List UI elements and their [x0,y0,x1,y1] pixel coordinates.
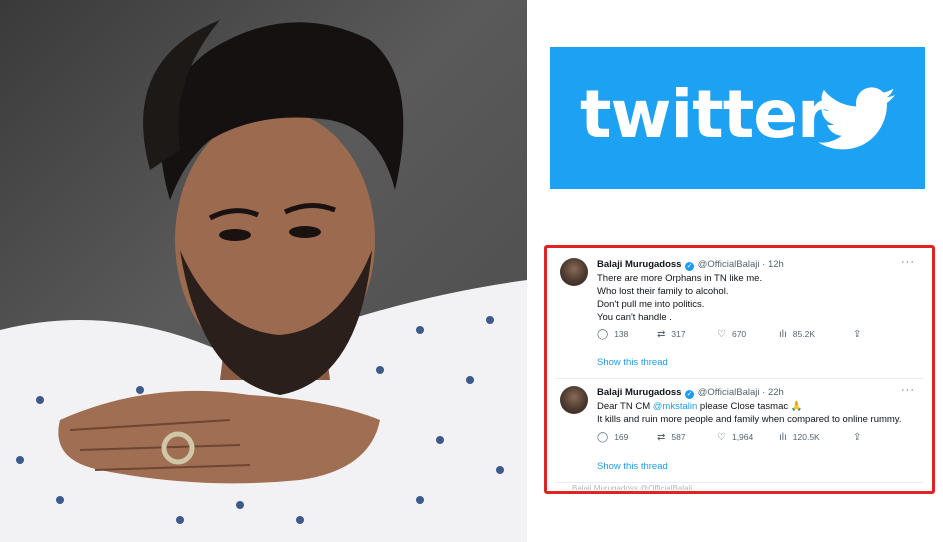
tweet-header: Balaji Murugadoss ✓ @OfficialBalaji · 22… [597,387,784,399]
person-portrait-icon [0,20,527,542]
tweet-header: Balaji Murugadoss ✓ @OfficialBalaji · 12… [597,259,784,271]
verified-badge-icon: ✓ [685,390,695,399]
retweet-count: 587 [671,432,686,442]
like-count: 1,964 [731,432,754,442]
verified-badge-icon: ✓ [685,262,695,271]
views-count: 85.2K [792,329,815,339]
tweet-line: It kills and ruin more people and family… [597,414,902,425]
views-icon: ılı [779,329,787,340]
mention-link[interactable]: @mkstalin [653,401,698,412]
handle[interactable]: @OfficialBalaji [698,387,760,398]
views-count: 120.5K [792,432,820,442]
tweet-text-part: please Close tasmac 🙏 [697,401,803,412]
reply-button[interactable]: ◯ 138 [597,329,628,340]
more-options-icon[interactable]: ··· [901,256,915,268]
share-icon: ⇪ [853,432,862,443]
tweet-line: Who lost their family to alcohol. [597,286,729,297]
reply-icon: ◯ [597,329,609,340]
like-count: 670 [731,329,747,339]
retweet-button[interactable]: ⇄ 587 [657,432,686,443]
tweet-line: Don't pull me into politics. [597,299,705,310]
tweet-line: There are more Orphans in TN like me. [597,273,763,284]
views-button[interactable]: ılı 85.2K [779,329,815,340]
heart-icon: ♡ [717,432,726,443]
views-button[interactable]: ılı 120.5K [779,432,820,443]
tweet-actions: ◯ 169 ⇄ 587 ♡ 1,964 ılı 120.5K ⇪ [597,432,867,446]
next-tweet-hint: Balaji Murugadoss @OfficialBalaji [572,484,693,490]
retweet-icon: ⇄ [657,329,666,340]
tweet-text: There are more Orphans in TN like me. Wh… [597,272,762,324]
tweet[interactable]: Balaji Murugadoss ✓ @OfficialBalaji · 12… [555,248,923,379]
like-button[interactable]: ♡ 670 [717,329,746,340]
tweet-text-part: Dear TN CM [597,401,653,412]
retweet-button[interactable]: ⇄ 317 [657,329,686,340]
share-button[interactable]: ⇪ [853,329,867,340]
reply-button[interactable]: ◯ 169 [597,432,628,443]
views-icon: ılı [779,432,787,443]
twitter-banner: twitter [550,47,925,189]
twitter-wordmark: twitter [580,76,830,153]
tweet-line: You can't handle . [597,312,672,323]
tweet-line: Dear TN CM @mkstalin please Close tasmac… [597,400,902,413]
heart-icon: ♡ [717,329,726,340]
timestamp[interactable]: · 22h [762,387,784,398]
tweet-text: Dear TN CM @mkstalin please Close tasmac… [597,400,902,426]
show-thread-link[interactable]: Show this thread [597,357,668,368]
share-button[interactable]: ⇪ [853,432,867,443]
tweet[interactable]: Balaji Murugadoss ✓ @OfficialBalaji · 22… [555,379,923,483]
avatar[interactable] [560,386,588,414]
timestamp[interactable]: · 12h [762,259,784,270]
more-options-icon[interactable]: ··· [901,384,915,396]
tweet-actions: ◯ 138 ⇄ 317 ♡ 670 ılı 85.2K ⇪ [597,329,867,343]
reply-count: 169 [614,432,629,442]
twitter-bird-icon [818,87,896,150]
actor-photo [0,0,527,542]
reply-count: 138 [614,329,629,339]
show-thread-link[interactable]: Show this thread [597,461,668,472]
reply-icon: ◯ [597,432,609,443]
tweet-thread-card: Balaji Murugadoss ✓ @OfficialBalaji · 12… [544,245,935,494]
like-button[interactable]: ♡ 1,964 [717,432,753,443]
avatar[interactable] [560,258,588,286]
share-icon: ⇪ [853,329,862,340]
handle[interactable]: @OfficialBalaji [698,259,760,270]
display-name[interactable]: Balaji Murugadoss [597,387,681,398]
display-name[interactable]: Balaji Murugadoss [597,259,681,270]
retweet-icon: ⇄ [657,432,666,443]
retweet-count: 317 [671,329,686,339]
